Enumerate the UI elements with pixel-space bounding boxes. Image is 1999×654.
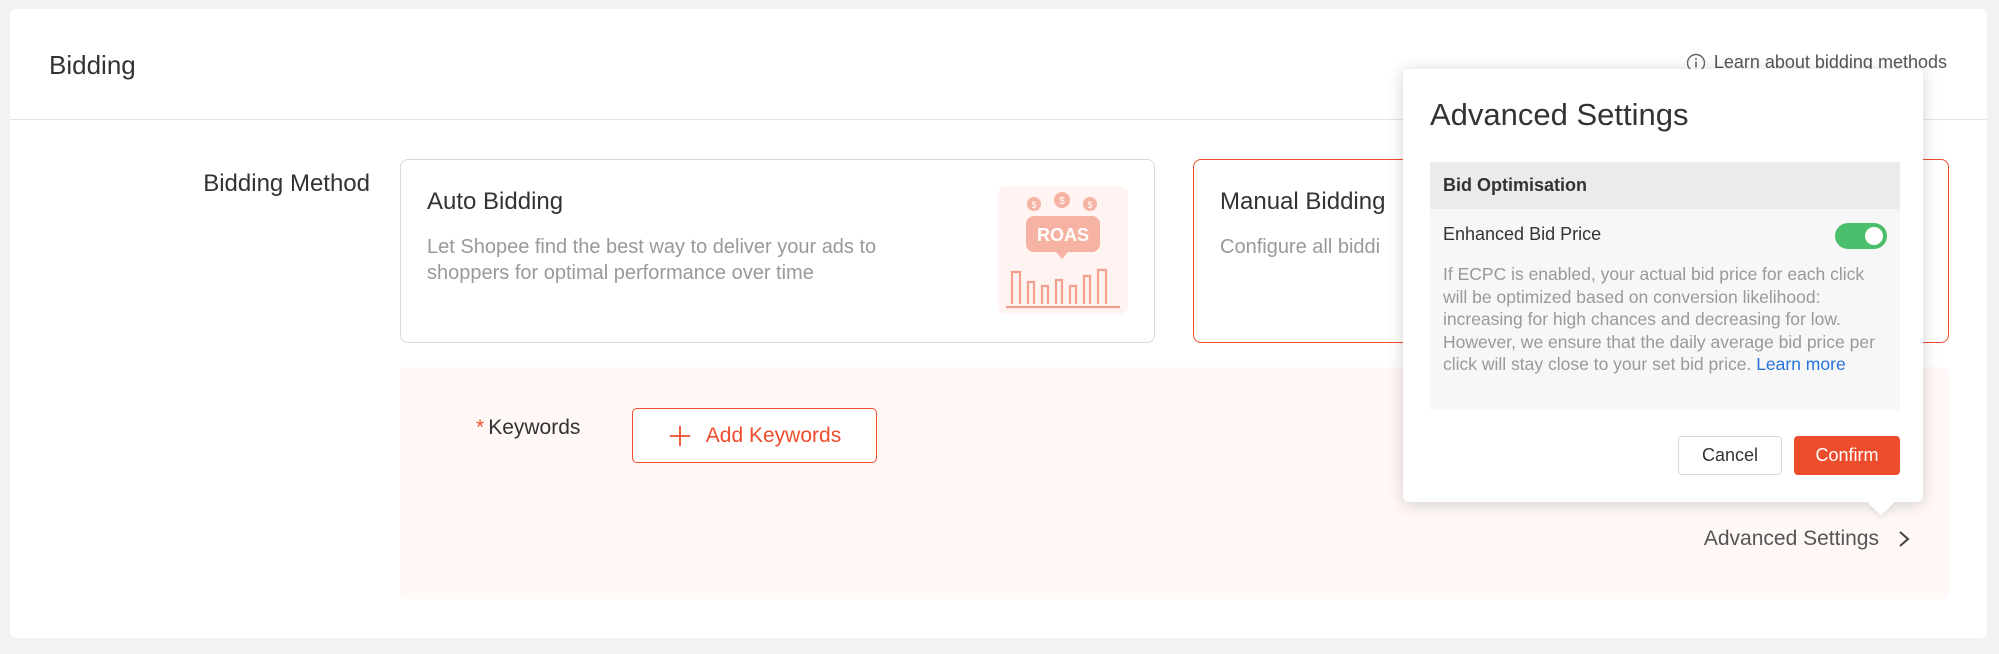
advanced-settings-popover: Advanced Settings Bid Optimisation Enhan… (1403, 69, 1923, 516)
auto-bidding-option[interactable]: Auto Bidding Let Shopee find the best wa… (400, 159, 1155, 343)
roas-illustration: $ $ $ ROAS (998, 186, 1128, 314)
auto-bidding-title: Auto Bidding (427, 188, 564, 215)
enhanced-bid-price-toggle[interactable] (1835, 223, 1887, 249)
page-title: Bidding (49, 50, 136, 80)
learn-more-link[interactable]: Learn more (1756, 354, 1846, 374)
svg-text:$: $ (1031, 200, 1036, 210)
svg-text:$: $ (1059, 196, 1065, 207)
manual-bidding-title: Manual Bidding (1220, 188, 1386, 215)
svg-text:$: $ (1087, 200, 1092, 210)
required-mark: * (476, 416, 485, 439)
plus-icon (669, 425, 690, 446)
confirm-button[interactable]: Confirm (1794, 436, 1900, 475)
add-keywords-button[interactable]: Add Keywords (632, 408, 877, 463)
bidding-method-label: Bidding Method (203, 170, 370, 197)
toggle-knob (1865, 227, 1883, 245)
keywords-label-text: Keywords (488, 416, 581, 439)
roas-illustration-label: ROAS (1037, 225, 1089, 245)
bid-optimisation-body: Enhanced Bid Price If ECPC is enabled, y… (1430, 209, 1900, 410)
cancel-button[interactable]: Cancel (1678, 436, 1782, 475)
enhanced-bid-price-label: Enhanced Bid Price (1443, 224, 1602, 244)
chevron-right-icon (1899, 531, 1910, 547)
ecpc-description: If ECPC is enabled, your actual bid pric… (1443, 263, 1893, 376)
popover-title: Advanced Settings (1430, 97, 1689, 132)
advanced-settings-label: Advanced Settings (1703, 527, 1879, 550)
auto-bidding-description: Let Shopee find the best way to deliver … (427, 236, 877, 284)
advanced-settings-link[interactable]: Advanced Settings (1704, 527, 1911, 551)
add-keywords-label: Add Keywords (705, 423, 842, 447)
keywords-label: * Keywords (476, 416, 580, 440)
bid-optimisation-header: Bid Optimisation (1430, 162, 1900, 209)
